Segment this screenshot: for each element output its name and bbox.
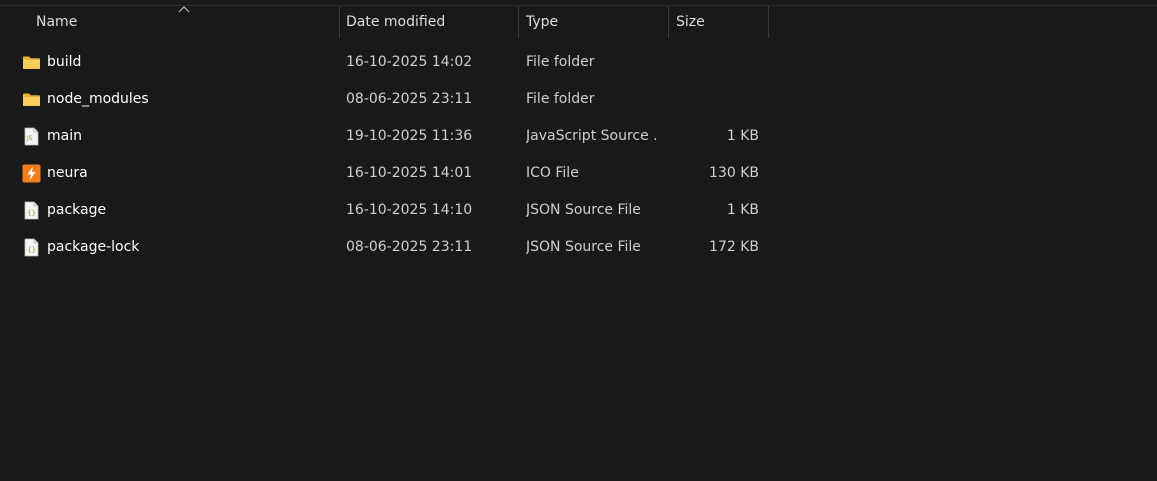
svg-text:{}: {}	[28, 246, 36, 254]
folder-icon	[23, 56, 40, 69]
file-type: ICO File	[526, 165, 579, 181]
file-date: 16-10-2025 14:02	[346, 54, 473, 70]
file-date: 16-10-2025 14:01	[346, 165, 473, 181]
file-date: 16-10-2025 14:10	[346, 202, 473, 218]
file-explorer: Name Date modified Type Size build 16-10…	[0, 0, 1157, 481]
column-header-name-label: Name	[36, 14, 78, 30]
file-row-node-modules[interactable]: node_modules 08-06-2025 23:11 File folde…	[0, 81, 770, 118]
file-size: 130 KB	[709, 165, 759, 181]
js-file-icon: JS	[24, 127, 39, 146]
json-file-icon: {}	[24, 238, 39, 257]
column-header-size-label: Size	[676, 14, 705, 30]
column-header-name[interactable]: Name	[0, 6, 339, 38]
svg-text:{}: {}	[28, 209, 36, 217]
file-date: 19-10-2025 11:36	[346, 128, 473, 144]
file-size: 172 KB	[709, 239, 759, 255]
file-date: 08-06-2025 23:11	[346, 91, 473, 107]
lightning-bolt-icon	[22, 164, 41, 183]
file-type: JSON Source File	[526, 239, 641, 255]
column-header-type-label: Type	[526, 14, 559, 30]
file-row-main[interactable]: JS main 19-10-2025 11:36 JavaScript Sour…	[0, 118, 770, 155]
file-name: neura	[47, 165, 88, 181]
file-type: JavaScript Source ...	[526, 128, 658, 144]
column-header-type[interactable]: Type	[519, 6, 668, 38]
file-size: 1 KB	[726, 202, 759, 218]
file-name: package-lock	[47, 239, 140, 255]
json-file-icon: {}	[24, 201, 39, 220]
file-list: build 16-10-2025 14:02 File folder node_…	[0, 44, 770, 266]
file-size	[669, 44, 759, 81]
column-header-date[interactable]: Date modified	[340, 6, 518, 38]
column-header-date-label: Date modified	[346, 14, 446, 30]
file-row-package[interactable]: {} package 16-10-2025 14:10 JSON Source …	[0, 192, 770, 229]
file-row-neura[interactable]: neura 16-10-2025 14:01 ICO File 130 KB	[0, 155, 770, 192]
file-date: 08-06-2025 23:11	[346, 239, 473, 255]
file-type: File folder	[526, 54, 595, 70]
file-name: build	[47, 54, 82, 70]
file-row-package-lock[interactable]: {} package-lock 08-06-2025 23:11 JSON So…	[0, 229, 770, 266]
column-resize-handle-size[interactable]	[768, 6, 769, 38]
file-size: 1 KB	[726, 128, 759, 144]
column-header-size[interactable]: Size	[669, 6, 768, 38]
svg-text:JS: JS	[26, 135, 33, 142]
file-type: JSON Source File	[526, 202, 641, 218]
file-name: node_modules	[47, 91, 149, 107]
file-name: main	[47, 128, 82, 144]
file-type: File folder	[526, 91, 595, 107]
file-row-build[interactable]: build 16-10-2025 14:02 File folder	[0, 44, 770, 81]
sort-ascending-icon	[178, 6, 190, 13]
column-header-row: Name Date modified Type Size	[0, 6, 770, 38]
file-size	[669, 81, 759, 118]
file-name: package	[47, 202, 107, 218]
folder-icon	[23, 93, 40, 106]
